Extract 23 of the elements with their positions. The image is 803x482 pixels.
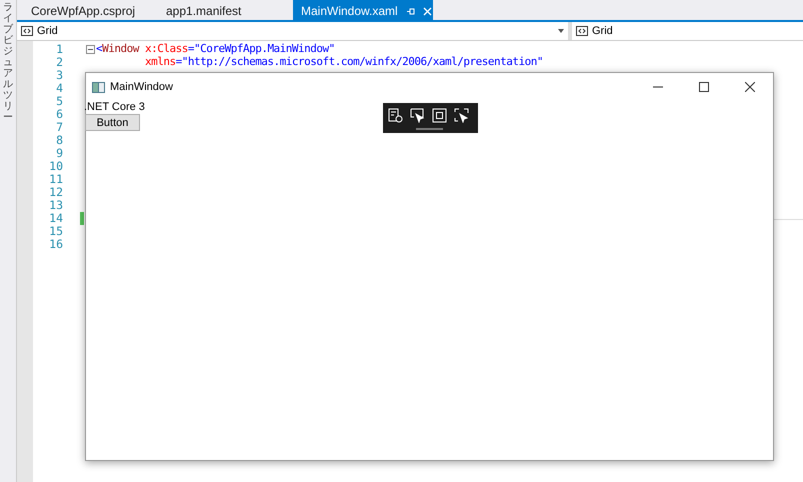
window-title: MainWindow xyxy=(110,80,173,95)
editor-tab[interactable]: CoreWpfApp.csproj xyxy=(23,0,158,22)
maximize-icon xyxy=(699,82,709,92)
editor-tab[interactable]: app1.manifest xyxy=(158,0,293,22)
app-icon xyxy=(92,82,105,92)
side-panel-tab[interactable]: ライブビジュアルツリー xyxy=(3,2,13,123)
caret-icon xyxy=(558,29,564,33)
go-to-tree-icon[interactable] xyxy=(388,108,403,123)
member-dropdown[interactable]: Grid xyxy=(572,22,803,40)
element-icon xyxy=(576,26,588,36)
track-focus-icon[interactable] xyxy=(454,108,469,123)
code-line: xmlns="http://schemas.microsoft.com/winfx/2006/xaml/presentation" xyxy=(144,54,543,70)
label-text: .NET Core 3 xyxy=(84,101,146,114)
pin-icon[interactable] xyxy=(406,6,415,16)
display-adorners-icon[interactable] xyxy=(432,108,447,123)
app-button[interactable]: Button xyxy=(85,114,140,131)
collapse-icon[interactable] xyxy=(86,45,94,54)
close-icon[interactable] xyxy=(422,6,432,16)
editor-tab[interactable]: MainWindow.xaml xyxy=(293,0,433,22)
element-icon xyxy=(21,26,33,36)
close-icon xyxy=(745,82,755,92)
code-line: <Window x:Class="CoreWpfApp.MainWindow" xyxy=(96,41,335,56)
select-element-icon[interactable] xyxy=(410,108,425,123)
